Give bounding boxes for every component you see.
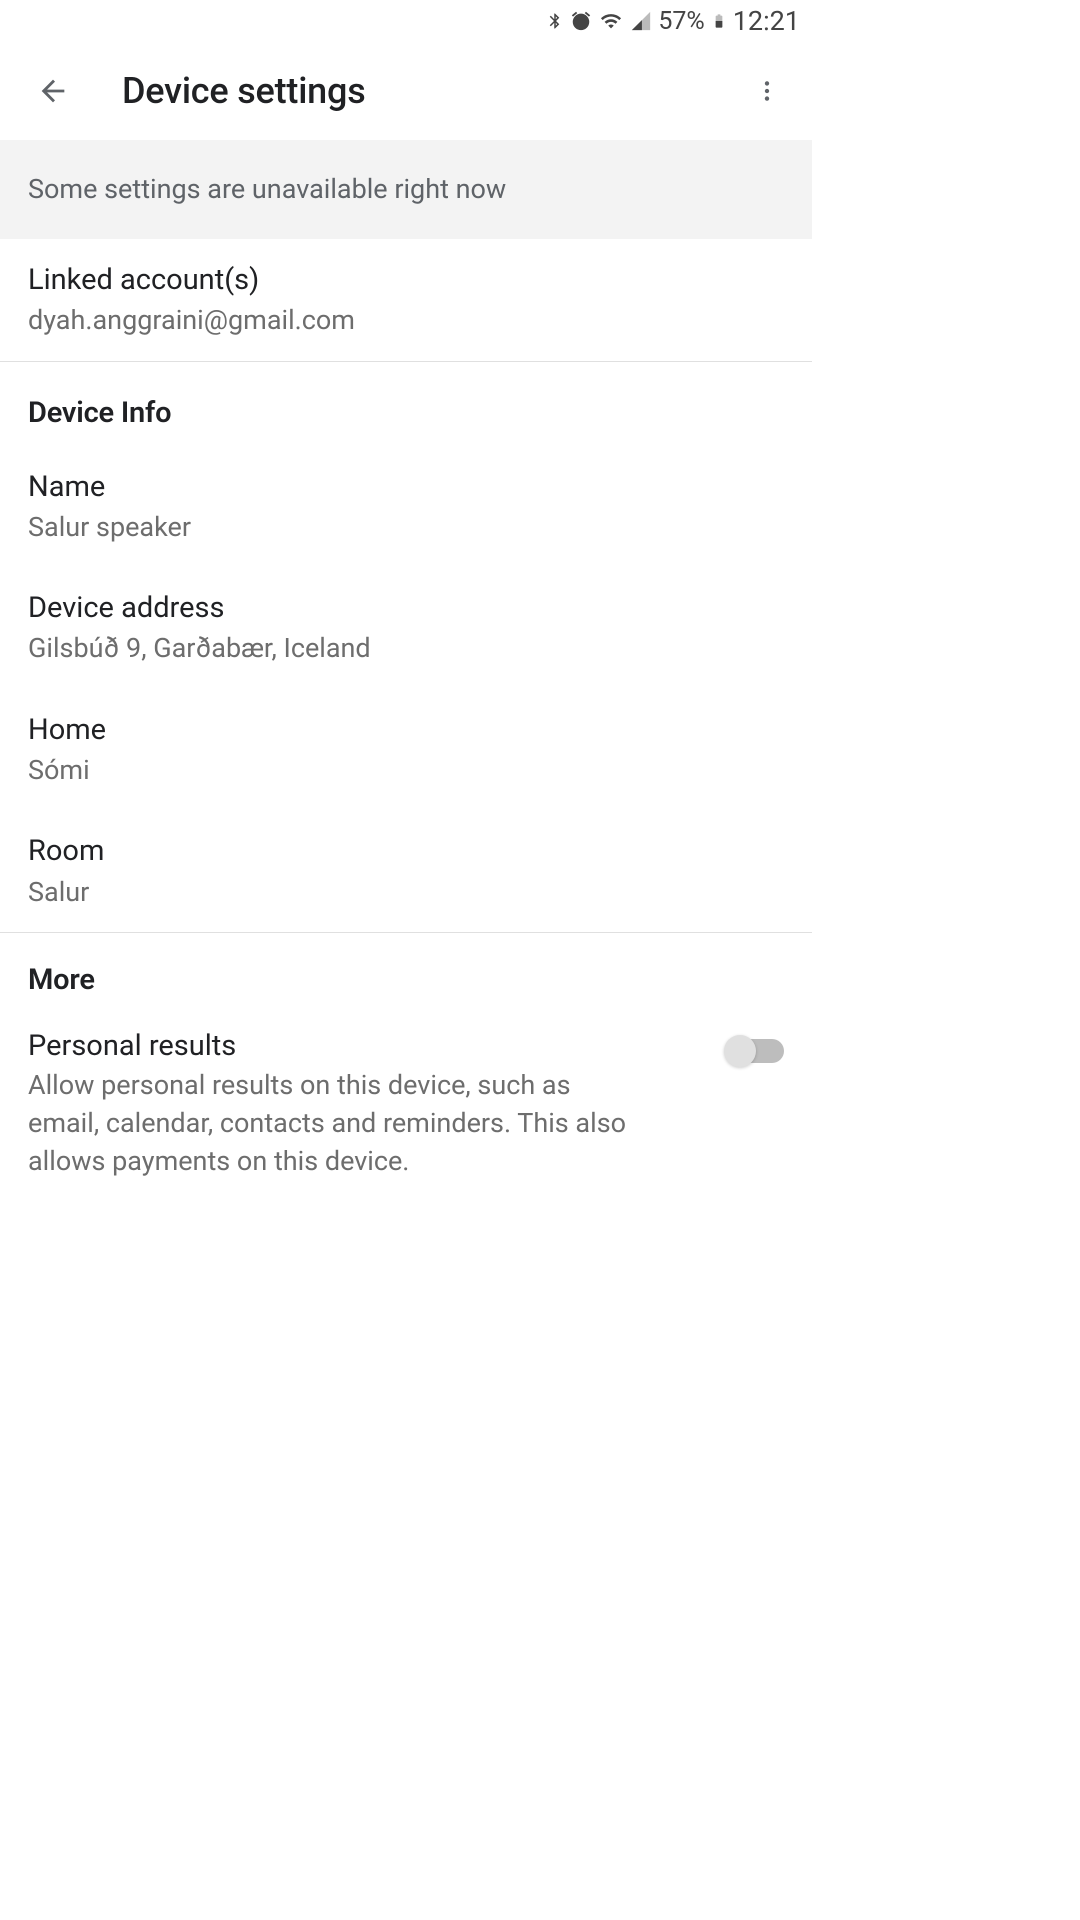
room-value: Salur: [28, 874, 784, 910]
banner-text: Some settings are unavailable right now: [28, 173, 506, 205]
status-time: 12:21: [733, 5, 800, 37]
back-button[interactable]: [32, 70, 74, 112]
unavailable-banner: Some settings are unavailable right now: [0, 140, 812, 239]
signal-icon: [630, 10, 652, 32]
home-value: Sómi: [28, 752, 784, 788]
arrow-back-icon: [36, 74, 70, 108]
home-label: Home: [28, 711, 784, 750]
more-header: More: [0, 933, 812, 1007]
toggle-thumb: [724, 1035, 756, 1067]
status-bar: 57% 12:21: [0, 0, 812, 42]
device-info-header: Device Info: [0, 362, 812, 446]
room-label: Room: [28, 832, 784, 871]
device-name-value: Salur speaker: [28, 509, 784, 545]
personal-results-item[interactable]: Personal results Allow personal results …: [0, 1007, 812, 1202]
personal-results-label: Personal results: [28, 1029, 718, 1063]
linked-accounts-item[interactable]: Linked account(s) dyah.anggraini@gmail.c…: [0, 239, 812, 361]
linked-accounts-section: Linked account(s) dyah.anggraini@gmail.c…: [0, 239, 812, 362]
page-title: Device settings: [122, 70, 746, 112]
more-section: More Personal results Allow personal res…: [0, 933, 812, 1202]
device-name-label: Name: [28, 468, 784, 507]
bluetooth-icon: [546, 9, 564, 33]
linked-accounts-label: Linked account(s): [28, 261, 784, 300]
room-item[interactable]: Room Salur: [0, 810, 812, 932]
device-address-value: Gilsbúð 9, Garðabær, Iceland: [28, 630, 784, 666]
status-indicators: [546, 9, 652, 33]
alarm-icon: [570, 10, 592, 32]
linked-accounts-value: dyah.anggraini@gmail.com: [28, 302, 784, 338]
home-item[interactable]: Home Sómi: [0, 689, 812, 811]
app-bar: Device settings: [0, 42, 812, 140]
device-address-label: Device address: [28, 589, 784, 628]
battery-icon: [711, 9, 727, 33]
battery-percentage: 57%: [658, 7, 704, 36]
personal-results-toggle[interactable]: [726, 1039, 784, 1063]
wifi-icon: [598, 10, 624, 32]
device-name-item[interactable]: Name Salur speaker: [0, 446, 812, 568]
more-vert-icon: [754, 78, 780, 104]
personal-results-description: Allow personal results on this device, s…: [28, 1067, 648, 1180]
device-info-section: Device Info Name Salur speaker Device ad…: [0, 362, 812, 933]
device-address-item[interactable]: Device address Gilsbúð 9, Garðabær, Icel…: [0, 567, 812, 689]
overflow-menu-button[interactable]: [746, 70, 788, 112]
